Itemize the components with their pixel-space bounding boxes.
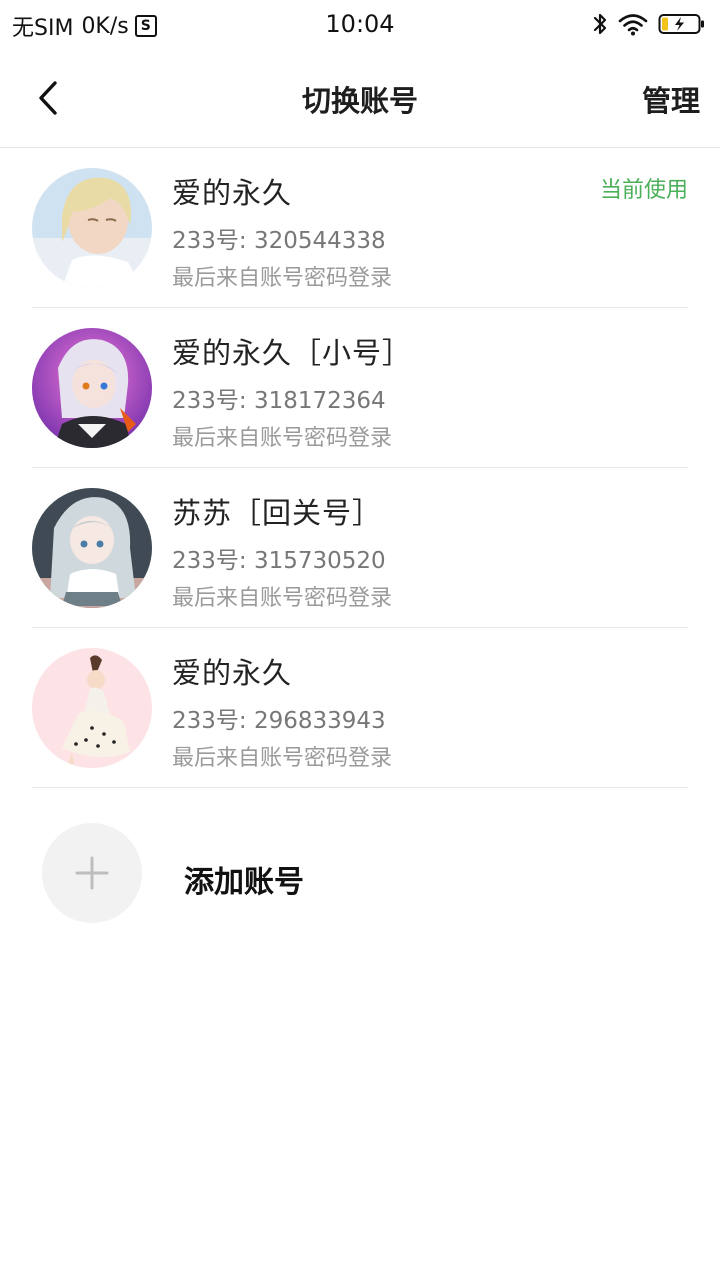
switch-account-screen: 无SIM 0K/s S 10:04 切换账号 管理 爱的永久 233号: 320… bbox=[0, 0, 720, 1280]
account-login-method: 最后来自账号密码登录 bbox=[172, 586, 393, 611]
battery-charging-icon bbox=[658, 12, 706, 36]
nav-header: 切换账号 管理 bbox=[0, 50, 720, 148]
account-name: 爱的永久［小号］ bbox=[172, 336, 413, 370]
manage-button[interactable]: 管理 bbox=[642, 78, 700, 120]
plus-icon bbox=[75, 856, 109, 890]
bluetooth-icon bbox=[592, 11, 608, 37]
account-item[interactable]: 苏苏［回关号］ 233号: 315730520 最后来自账号密码登录 bbox=[32, 468, 688, 628]
current-account-badge: 当前使用 bbox=[599, 178, 688, 203]
add-account-circle bbox=[42, 823, 142, 923]
add-account-button[interactable]: 添加账号 bbox=[42, 823, 442, 923]
status-bar: 无SIM 0K/s S 10:04 bbox=[0, 0, 720, 50]
avatar bbox=[32, 488, 152, 608]
account-login-method: 最后来自账号密码登录 bbox=[172, 746, 393, 771]
status-icons bbox=[592, 11, 706, 37]
account-list: 爱的永久 233号: 320544338 最后来自账号密码登录 当前使用 爱的永… bbox=[0, 148, 720, 788]
account-item[interactable]: 爱的永久［小号］ 233号: 318172364 最后来自账号密码登录 bbox=[32, 308, 688, 468]
account-item[interactable]: 爱的永久 233号: 296833943 最后来自账号密码登录 bbox=[32, 628, 688, 788]
wifi-icon bbox=[618, 12, 648, 36]
avatar bbox=[32, 168, 152, 288]
account-id: 233号: 296833943 bbox=[172, 708, 386, 734]
account-login-method: 最后来自账号密码登录 bbox=[172, 266, 393, 291]
account-name: 爱的永久 bbox=[172, 656, 293, 690]
account-id: 233号: 320544338 bbox=[172, 228, 386, 254]
account-name: 苏苏［回关号］ bbox=[172, 496, 383, 530]
avatar bbox=[32, 328, 152, 448]
account-id: 233号: 315730520 bbox=[172, 548, 386, 574]
add-account-label: 添加账号 bbox=[184, 865, 304, 900]
account-name: 爱的永久 bbox=[172, 176, 293, 210]
account-login-method: 最后来自账号密码登录 bbox=[172, 426, 393, 451]
avatar bbox=[32, 648, 152, 768]
page-title: 切换账号 bbox=[301, 84, 418, 118]
account-item[interactable]: 爱的永久 233号: 320544338 最后来自账号密码登录 当前使用 bbox=[32, 148, 688, 308]
account-id: 233号: 318172364 bbox=[172, 388, 386, 414]
